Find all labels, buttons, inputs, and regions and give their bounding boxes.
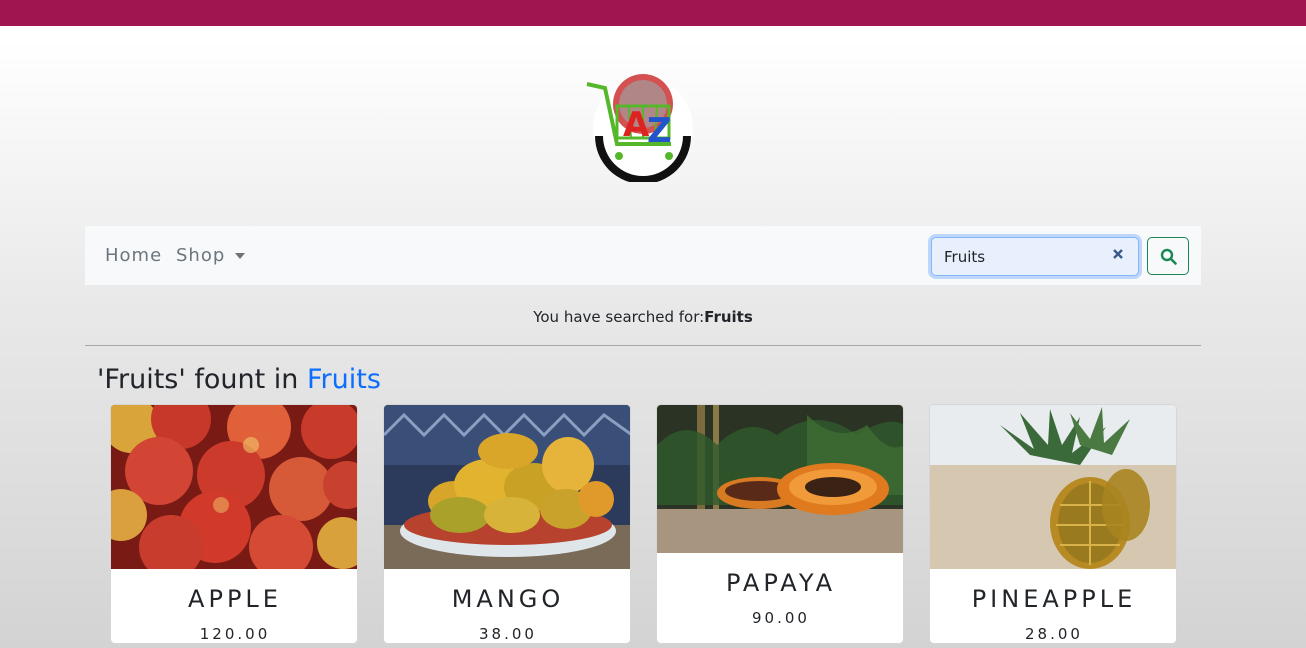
search-summary: You have searched for:Fruits (0, 308, 1286, 326)
product-name: APPLE (188, 585, 282, 613)
clear-search-icon[interactable] (1111, 247, 1125, 261)
svg-text:A: A (623, 105, 650, 145)
results-heading-text: 'Fruits' fount in (97, 364, 307, 395)
product-name: MANGO (451, 585, 565, 613)
product-price: 120.00 (199, 625, 271, 643)
product-card-apple[interactable]: APPLE 120.00 (110, 404, 358, 644)
product-price: 38.00 (479, 625, 537, 643)
product-price: 90.00 (752, 609, 810, 627)
mango-image (384, 405, 630, 569)
search-button[interactable] (1147, 237, 1189, 275)
nav-home-link[interactable]: Home (105, 245, 162, 266)
results-category-link[interactable]: Fruits (307, 364, 381, 395)
results-heading: 'Fruits' fount in Fruits (97, 364, 381, 395)
navbar: Home Shop (85, 226, 1201, 285)
product-card-papaya[interactable]: PAPAYA 90.00 (656, 404, 904, 644)
top-bar (0, 0, 1306, 26)
product-name: PAPAYA (725, 569, 837, 597)
product-price: 28.00 (1025, 625, 1083, 643)
az-choice-logo[interactable]: A Z (583, 66, 703, 182)
papaya-image (657, 405, 903, 553)
divider (85, 345, 1201, 346)
search-input[interactable] (931, 237, 1139, 276)
nav-shop-dropdown[interactable]: Shop (176, 245, 225, 266)
chevron-down-icon[interactable] (235, 253, 245, 259)
product-card-pineapple[interactable]: PINEAPPLE 28.00 (929, 404, 1177, 644)
product-name: PINEAPPLE (971, 585, 1137, 613)
product-card-mango[interactable]: MANGO 38.00 (383, 404, 631, 644)
search-summary-term: Fruits (704, 308, 753, 326)
pineapple-image (930, 405, 1176, 569)
search-icon (1160, 248, 1177, 265)
svg-text:Z: Z (647, 111, 672, 151)
search-summary-prefix: You have searched for: (533, 308, 705, 326)
apple-image (111, 405, 357, 569)
